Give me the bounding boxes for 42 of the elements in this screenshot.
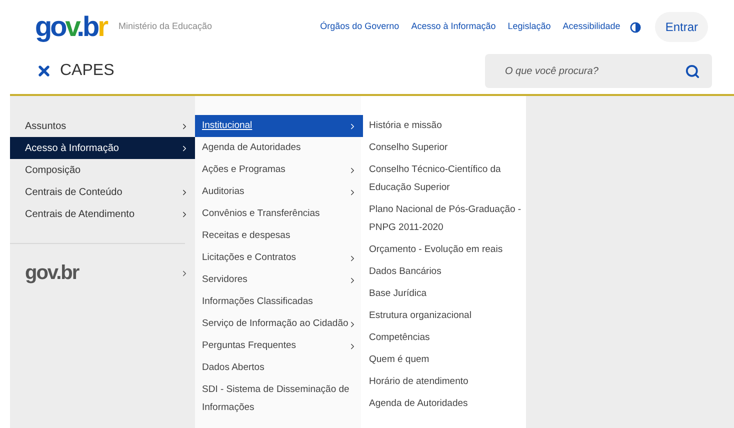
menu-item[interactable]: Auditorias bbox=[195, 181, 361, 203]
menu-item[interactable]: Centrais de Atendimento bbox=[10, 203, 195, 225]
header-link[interactable]: Órgãos do Governo bbox=[320, 20, 400, 34]
menu-item[interactable]: Dados Abertos bbox=[195, 357, 361, 379]
menu-item[interactable]: Base Jurídica bbox=[361, 283, 526, 305]
search-field[interactable]: O que você procura? bbox=[485, 54, 712, 88]
login-button[interactable]: Entrar bbox=[655, 12, 708, 42]
menu-item[interactable]: Informações Classificadas bbox=[195, 291, 361, 313]
menu-item[interactable]: SDI - Sistema de Disseminação de Informações bbox=[195, 379, 361, 419]
close-icon[interactable] bbox=[36, 63, 52, 79]
contrast-icon[interactable] bbox=[630, 22, 642, 32]
ministry-name: Ministério da Educação bbox=[118, 20, 212, 34]
menu-item[interactable]: Agenda de Autoridades bbox=[361, 393, 526, 415]
search-icon[interactable] bbox=[685, 64, 700, 79]
menu-item[interactable]: Assuntos bbox=[10, 115, 195, 137]
header-link[interactable]: Acesso à Informação bbox=[411, 20, 496, 34]
site-title: CAPES bbox=[60, 61, 114, 81]
menu-item[interactable]: Plano Nacional de Pós-Graduação - PNPG 2011-2020 bbox=[361, 199, 526, 239]
menu-item[interactable]: Ações e Programas bbox=[195, 159, 361, 181]
menu-item[interactable]: Serviço de Informação ao Cidadão bbox=[195, 313, 361, 335]
menu-item[interactable]: Agenda de Autoridades bbox=[195, 137, 361, 159]
menu-item[interactable]: Competências bbox=[361, 327, 526, 349]
header-link[interactable]: Legislação bbox=[508, 20, 551, 34]
header-link[interactable]: Acessibilidade bbox=[562, 20, 620, 34]
menu-item[interactable]: Conselho Superior bbox=[361, 137, 526, 159]
menu-item[interactable]: Orçamento - Evolução em reais bbox=[361, 239, 526, 261]
menu-item[interactable]: Convênios e Transferências bbox=[195, 203, 361, 225]
menu-item[interactable]: Quem é quem bbox=[361, 349, 526, 371]
menu-item[interactable]: Servidores bbox=[195, 269, 361, 291]
menu-item[interactable]: gov.br bbox=[10, 262, 195, 284]
menu-item[interactable]: Receitas e despesas bbox=[195, 225, 361, 247]
menu-item[interactable]: Estrutura organizacional bbox=[361, 305, 526, 327]
menu-item[interactable]: Licitações e Contratos bbox=[195, 247, 361, 269]
menu-item[interactable]: Acesso à Informação bbox=[10, 137, 195, 159]
menu-item[interactable]: Institucional bbox=[195, 115, 361, 137]
menu-item[interactable]: Horário de atendimento bbox=[361, 371, 526, 393]
menu-item[interactable]: Centrais de Conteúdo bbox=[10, 181, 195, 203]
menu-item[interactable]: Perguntas Frequentes bbox=[195, 335, 361, 357]
menu-item[interactable]: Conselho Técnico-Científico da Educação Superior bbox=[361, 159, 526, 199]
gov-logo[interactable]: gov.br bbox=[35, 13, 107, 41]
menu-item[interactable]: Composição bbox=[10, 159, 195, 181]
menu-item[interactable]: Dados Bancários bbox=[361, 261, 526, 283]
